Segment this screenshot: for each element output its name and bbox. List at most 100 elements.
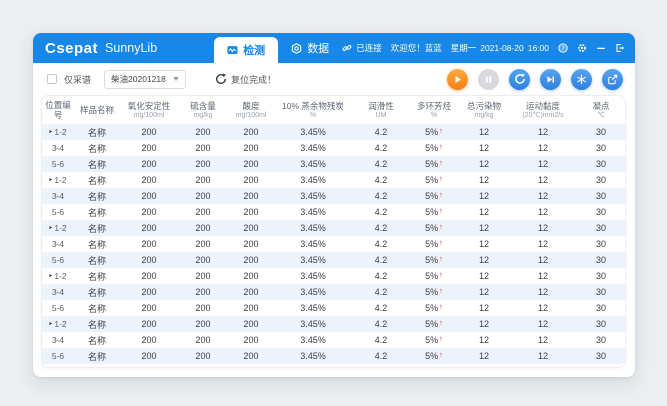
table-row[interactable]: 3-4名称2002002003.45%4.25%↑121230: [42, 332, 625, 348]
cell-value: 200: [195, 207, 210, 217]
table-row[interactable]: 5-6名称2002002003.45%4.25%↑121230: [42, 252, 625, 268]
freeze-button[interactable]: [571, 69, 592, 90]
oxidation-stability-cell: 200: [120, 335, 178, 345]
sample-name-cell: 名称: [74, 238, 120, 251]
cell-value: 30: [596, 143, 606, 153]
freezing-point-cell: 30: [576, 175, 626, 185]
freezing-point-cell: 30: [576, 207, 626, 217]
cell-value: 12: [479, 191, 489, 201]
table-row[interactable]: 3-4名称2002002003.45%4.25%↑121230: [42, 236, 625, 252]
acidity-cell: 200: [228, 191, 274, 201]
cell-value: 12: [479, 303, 489, 313]
reset-icon[interactable]: [215, 73, 227, 85]
date-text: 2021-08-20: [480, 43, 523, 53]
tab-data[interactable]: 数据: [278, 33, 342, 63]
total-contaminants-cell: 12: [458, 335, 510, 345]
row-marker-icon: ▸: [49, 177, 52, 183]
cell-value: 4.2: [375, 351, 388, 361]
column-label: 酸度: [228, 102, 274, 112]
start-button[interactable]: [447, 69, 468, 90]
cell-value: 4.2: [375, 207, 388, 217]
cell-value: 5%: [425, 143, 438, 153]
residue-carbon-cell: 3.45%: [274, 303, 352, 313]
table-row[interactable]: 5-6名称2002002003.45%4.25%↑121230: [42, 300, 625, 316]
viscosity-cell: 12: [510, 303, 576, 313]
pah-cell: 5%↑: [410, 287, 458, 297]
table-row[interactable]: ▸1-2名称2002002003.45%4.25%↑121230: [42, 268, 625, 284]
total-contaminants-cell: 12: [458, 271, 510, 281]
table-row[interactable]: 5-6名称2002002003.45%4.25%↑121230: [42, 156, 625, 172]
table-row[interactable]: 3-4名称2002002003.45%4.25%↑121230: [42, 284, 625, 300]
cell-value: 4.2: [375, 143, 388, 153]
export-button[interactable]: [602, 69, 623, 90]
viscosity-cell: 12: [510, 143, 576, 153]
table-row[interactable]: 3-4名称2002002003.45%4.25%↑121230: [42, 188, 625, 204]
freezing-point-cell: 30: [576, 239, 626, 249]
spectrum-only-checkbox[interactable]: [47, 74, 57, 84]
cell-value: 12: [538, 191, 548, 201]
cell-value: 30: [596, 127, 606, 137]
over-limit-icon: ↑: [439, 158, 443, 167]
cell-value: 3.45%: [300, 351, 326, 361]
cell-value: 5%: [425, 303, 438, 313]
acidity-cell: 200: [228, 207, 274, 217]
over-limit-icon: ↑: [439, 302, 443, 311]
cell-value: 30: [596, 255, 606, 265]
brand-name: Csepat: [45, 40, 98, 57]
position-cell: 3-4: [42, 191, 74, 201]
oxidation-stability-cell: 200: [120, 223, 178, 233]
cell-value: 12: [479, 287, 489, 297]
cell-value: 12: [479, 223, 489, 233]
cell-value: 30: [596, 175, 606, 185]
total-contaminants-cell: 12: [458, 287, 510, 297]
total-contaminants-cell: 12: [458, 255, 510, 265]
column-label: 多环芳烃: [410, 102, 458, 112]
table-row[interactable]: ▸1-2名称2002002003.45%4.25%↑121230: [42, 172, 625, 188]
column-label: 位置编号: [42, 101, 74, 121]
residue-carbon-cell: 3.45%: [274, 127, 352, 137]
brand: Csepat SunnyLib: [45, 33, 214, 63]
cell-value: 3.45%: [300, 127, 326, 137]
column-header: 样品名称: [74, 106, 120, 116]
connection-label: 已连接: [356, 42, 382, 54]
snowflake-icon: [576, 74, 587, 85]
help-button[interactable]: ?: [558, 43, 568, 53]
method-select[interactable]: 柴油20201218: [104, 70, 186, 89]
tab-detection[interactable]: 检测: [214, 37, 278, 63]
cell-value: 12: [538, 159, 548, 169]
position-cell: 5-6: [42, 351, 74, 361]
table-row[interactable]: ▸1-2名称2002002003.45%4.25%↑121230: [42, 220, 625, 236]
cell-value: 200: [195, 319, 210, 329]
over-limit-icon: ↑: [439, 238, 443, 247]
table-row[interactable]: 5-6名称2002002003.45%4.25%↑121230: [42, 204, 625, 220]
toolbar: 仅采谱 柴油20201218 复位完成！: [33, 63, 635, 95]
minimize-button[interactable]: [596, 43, 606, 53]
cell-value: 200: [141, 335, 156, 345]
cell-value: 4.2: [375, 127, 388, 137]
viscosity-cell: 12: [510, 191, 576, 201]
skip-next-button[interactable]: [540, 69, 561, 90]
table-row[interactable]: 5-6名称2002002003.45%4.25%↑121230: [42, 348, 625, 364]
cell-value: 12: [479, 159, 489, 169]
table-header-row: 位置编号样品名称氧化安定性mg/100ml硫含量mg/kg酸度mg/100ml1…: [42, 96, 625, 124]
table-row[interactable]: 3-4名称2002002003.45%4.25%↑121230: [42, 140, 625, 156]
column-unit: %: [410, 112, 458, 120]
freezing-point-cell: 30: [576, 287, 626, 297]
cell-value: 200: [195, 335, 210, 345]
table-row[interactable]: ▸1-2名称2002002003.45%4.25%↑121230: [42, 124, 625, 140]
total-contaminants-cell: 12: [458, 143, 510, 153]
oxidation-stability-cell: 200: [120, 255, 178, 265]
cell-value: 12: [479, 351, 489, 361]
position-value: 1-2: [54, 319, 66, 329]
table-row[interactable]: ▸1-2名称2002002003.45%4.25%↑121230: [42, 316, 625, 332]
settings-button[interactable]: [577, 43, 587, 53]
exit-button[interactable]: [615, 43, 625, 53]
column-header: 10% 蒸余物残炭%: [274, 102, 352, 120]
pause-button[interactable]: [478, 69, 499, 90]
cell-value: 3.45%: [300, 159, 326, 169]
cell-value: 3.45%: [300, 271, 326, 281]
sulfur-content-cell: 200: [178, 159, 228, 169]
sync-button[interactable]: [509, 69, 530, 90]
pah-cell: 5%↑: [410, 271, 458, 281]
total-contaminants-cell: 12: [458, 207, 510, 217]
